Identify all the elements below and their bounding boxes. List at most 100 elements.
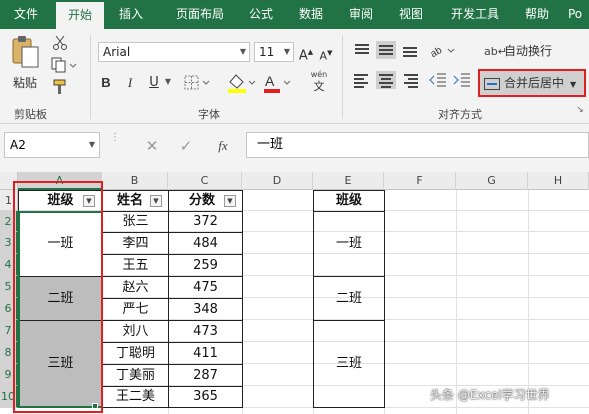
cell-c4[interactable]: 259 — [168, 254, 243, 277]
cell-c6[interactable]: 348 — [168, 298, 243, 321]
filter-dropdown-icon[interactable]: ▼ — [83, 195, 95, 207]
paste-button[interactable]: 粘贴 — [8, 35, 42, 99]
chevron-down-icon: ▼ — [88, 140, 95, 149]
row-header-6[interactable]: 6 — [0, 298, 18, 320]
increase-font-size-icon[interactable]: A▲ — [298, 42, 314, 63]
cell-c7[interactable]: 473 — [168, 320, 243, 343]
row-header-1[interactable]: 1 — [0, 190, 18, 211]
fill-color-icon[interactable] — [226, 72, 258, 94]
tab-review[interactable]: 审阅 — [340, 0, 382, 29]
cell-c3[interactable]: 484 — [168, 232, 243, 255]
column-header-c[interactable]: C — [168, 172, 242, 190]
column-header-g[interactable]: G — [456, 172, 528, 190]
tab-formulas[interactable]: 公式 — [240, 0, 282, 29]
phonetic-wen-char: 文 — [313, 80, 325, 93]
wrap-text-button[interactable]: ab↵自动换行 — [484, 40, 574, 62]
column-header-h[interactable]: H — [528, 172, 589, 190]
font-name-value: Arial — [103, 45, 131, 59]
bold-button[interactable]: B — [98, 73, 114, 93]
insert-function-icon[interactable]: fx — [212, 136, 234, 156]
align-right-icon[interactable] — [400, 71, 420, 89]
cell-e1[interactable]: 班级 — [313, 190, 385, 212]
phonetic-guide-button[interactable]: wén 文 — [304, 69, 334, 97]
enter-icon[interactable]: ✓ — [176, 136, 196, 156]
row-header-5[interactable]: 5 — [0, 276, 18, 298]
cell-b6[interactable]: 严七 — [102, 298, 169, 321]
decrease-indent-icon[interactable] — [428, 71, 448, 89]
column-header-f[interactable]: F — [384, 172, 456, 190]
increase-indent-icon[interactable] — [452, 71, 472, 89]
cell-c5[interactable]: 475 — [168, 276, 243, 299]
cell-e2-merged[interactable]: 一班 — [313, 211, 385, 277]
cell-b10[interactable]: 王二美 — [102, 386, 169, 408]
tab-power-pivot[interactable]: Po — [568, 0, 589, 29]
row-header-4[interactable]: 4 — [0, 254, 18, 276]
chevron-down-icon[interactable]: ▼ — [163, 75, 173, 89]
row-header-2[interactable]: 2 — [0, 211, 18, 232]
row-header-8[interactable]: 8 — [0, 342, 18, 364]
align-center-icon[interactable] — [376, 71, 396, 89]
column-header-d[interactable]: D — [242, 172, 313, 190]
align-top-icon[interactable] — [352, 41, 372, 59]
align-middle-icon[interactable] — [376, 41, 396, 59]
cell-c2[interactable]: 372 — [168, 211, 243, 233]
cell-c8[interactable]: 411 — [168, 342, 243, 365]
column-header-e[interactable]: E — [313, 172, 384, 190]
cell-c10[interactable]: 365 — [168, 386, 243, 408]
borders-icon[interactable] — [184, 75, 212, 91]
tab-insert[interactable]: 插入 — [110, 0, 152, 29]
select-all-corner[interactable] — [0, 172, 18, 190]
column-header-b[interactable]: B — [102, 172, 168, 190]
tab-developer[interactable]: 开发工具 — [442, 0, 508, 29]
group-separator — [342, 35, 343, 119]
row-header-10[interactable]: 10 — [0, 386, 18, 408]
tab-page-layout[interactable]: 页面布局 — [160, 0, 240, 29]
fill-handle[interactable] — [92, 403, 98, 409]
cut-icon[interactable] — [50, 35, 70, 53]
cancel-icon[interactable]: ✕ — [142, 136, 162, 156]
align-left-icon[interactable] — [352, 71, 372, 89]
tab-help[interactable]: 帮助 — [516, 0, 558, 29]
formula-input[interactable]: 一班 — [246, 132, 589, 158]
orientation-icon[interactable]: ab — [428, 41, 458, 60]
font-name-select[interactable]: Arial ▼ — [98, 42, 250, 62]
format-painter-icon[interactable] — [50, 79, 70, 97]
cell-b5[interactable]: 赵六 — [102, 276, 169, 299]
row-header-3[interactable]: 3 — [0, 232, 18, 254]
cell-a7-merged[interactable]: 三班 — [18, 320, 103, 408]
clipboard-group-label: 剪贴板 — [14, 108, 47, 121]
copy-icon[interactable] — [50, 57, 78, 75]
cell-b4[interactable]: 王五 — [102, 254, 169, 277]
tab-view[interactable]: 视图 — [390, 0, 432, 29]
tab-file[interactable]: 文件 — [0, 0, 52, 29]
cell-b3[interactable]: 李四 — [102, 232, 169, 255]
row-header-9[interactable]: 9 — [0, 364, 18, 386]
cell-b8[interactable]: 丁聪明 — [102, 342, 169, 365]
merge-and-center-button[interactable]: 合并后居中 ▼ — [478, 69, 586, 97]
cell-a2-merged[interactable]: 一班 — [18, 211, 103, 277]
tab-home[interactable]: 开始 — [56, 2, 104, 29]
column-header-a[interactable]: A — [18, 172, 102, 190]
watermark: 头条 @Excel学习世界 — [430, 388, 550, 402]
italic-button[interactable]: I — [122, 73, 138, 93]
font-size-select[interactable]: 11 ▼ — [254, 42, 294, 62]
cell-c9[interactable]: 287 — [168, 364, 243, 387]
cell-b2[interactable]: 张三 — [102, 211, 169, 233]
font-color-icon[interactable]: A — [262, 72, 294, 94]
merge-center-label: 合并后居中 — [504, 76, 565, 90]
cell-e5-merged[interactable]: 二班 — [313, 276, 385, 321]
cell-a5-merged[interactable]: 二班 — [18, 276, 103, 321]
cell-b9[interactable]: 丁美丽 — [102, 364, 169, 387]
underline-button[interactable]: U — [146, 73, 162, 93]
dialog-launcher-icon[interactable]: ↘ — [574, 105, 586, 119]
name-box[interactable]: A2 ▼ — [4, 132, 100, 158]
filter-dropdown-icon[interactable]: ▼ — [224, 195, 236, 207]
row-header-7[interactable]: 7 — [0, 320, 18, 342]
filter-dropdown-icon[interactable]: ▼ — [150, 195, 162, 207]
tab-data[interactable]: 数据 — [290, 0, 332, 29]
cell-b7[interactable]: 刘八 — [102, 320, 169, 343]
cell-e7-merged[interactable]: 三班 — [313, 320, 385, 408]
svg-text:A: A — [265, 73, 275, 89]
decrease-font-size-icon[interactable]: A▼ — [318, 42, 334, 63]
align-bottom-icon[interactable] — [400, 41, 420, 59]
